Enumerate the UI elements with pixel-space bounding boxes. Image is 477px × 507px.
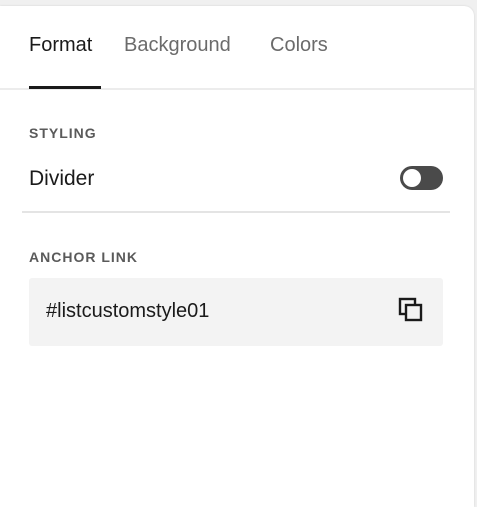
anchor-link-field[interactable]: #listcustomstyle01 <box>29 278 443 346</box>
divider-toggle[interactable] <box>400 166 443 190</box>
copy-icon[interactable] <box>397 296 425 324</box>
tab-background[interactable]: Background <box>124 34 231 57</box>
active-tab-indicator <box>29 86 101 89</box>
anchor-link-value[interactable]: #listcustomstyle01 <box>46 300 209 323</box>
styling-section-label: STYLING <box>29 125 97 141</box>
tab-format[interactable]: Format <box>29 34 92 57</box>
toggle-knob <box>403 169 421 187</box>
anchor-link-section-label: ANCHOR LINK <box>29 249 138 265</box>
divider-label: Divider <box>29 167 95 190</box>
format-panel: Format Background Colors STYLING Divider… <box>0 6 474 507</box>
tab-colors[interactable]: Colors <box>270 34 328 57</box>
section-divider <box>22 211 450 213</box>
tab-bar: Format Background Colors <box>0 6 474 90</box>
